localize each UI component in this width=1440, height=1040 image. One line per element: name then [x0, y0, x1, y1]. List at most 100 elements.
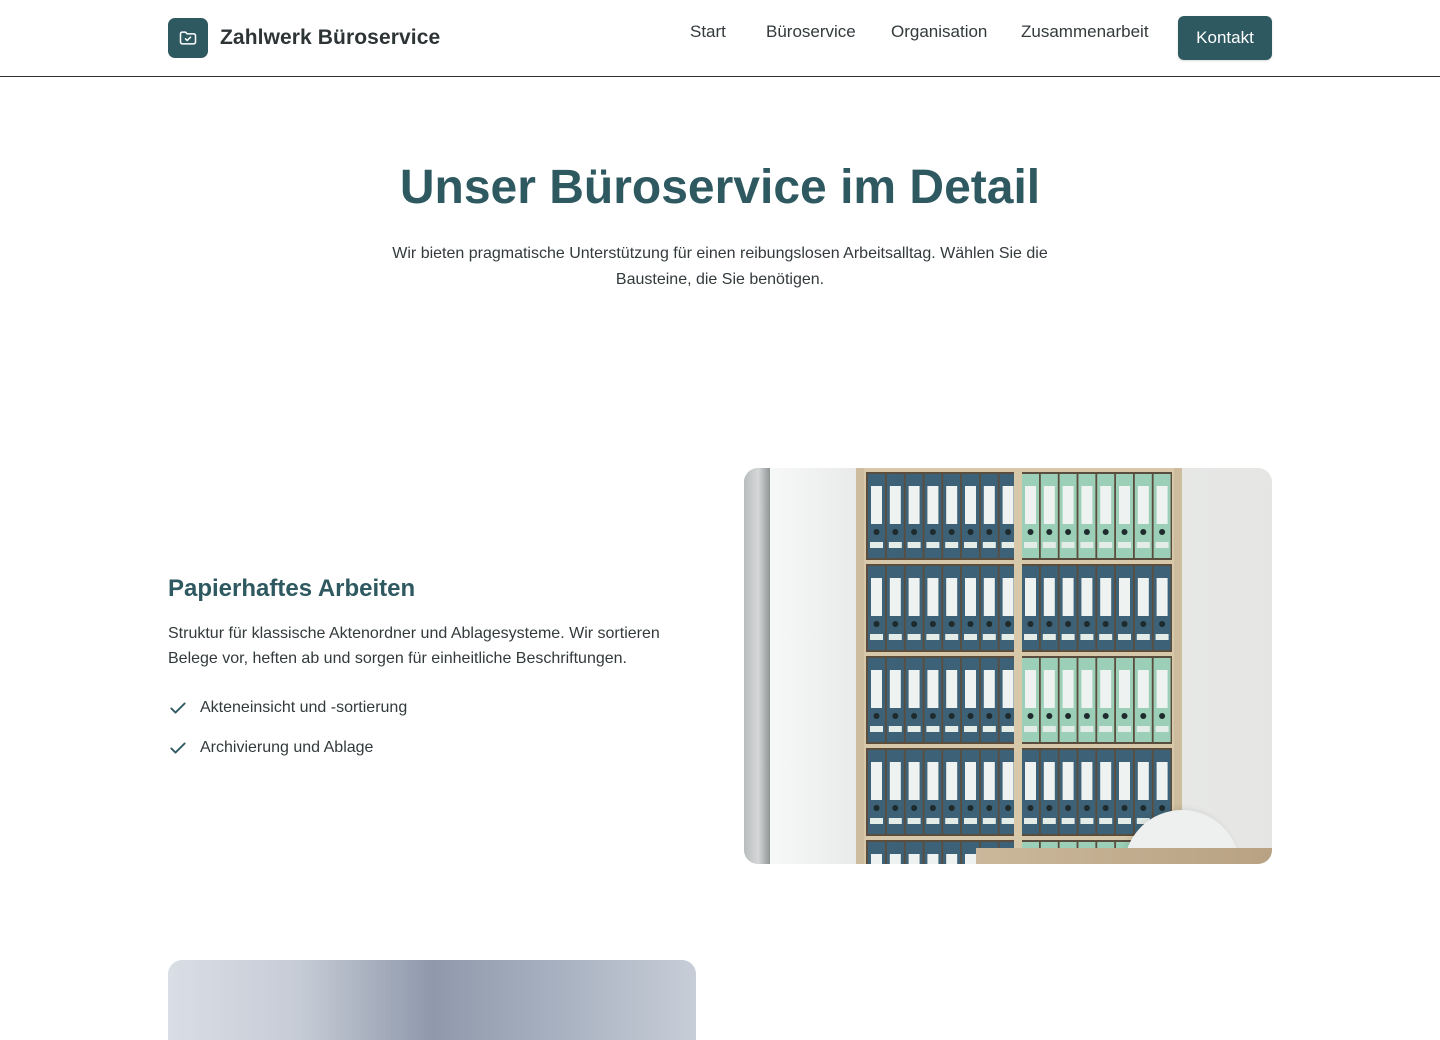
desk [976, 848, 1272, 864]
binder-label [1081, 578, 1093, 616]
binder-label [927, 854, 939, 864]
binder-hole [948, 529, 955, 535]
shelf-post [1174, 468, 1182, 864]
binder-label [946, 578, 958, 616]
binder-hole [1027, 713, 1034, 719]
binder-mark [982, 726, 996, 732]
binder-hole [967, 529, 974, 535]
section-text: Struktur für klassische Aktenordner und … [168, 625, 660, 667]
binder-label [946, 762, 958, 800]
binder-hole [1159, 713, 1166, 719]
shelf [856, 468, 1182, 864]
nav-link-organisation[interactable]: Organisation [891, 22, 987, 42]
binder-label [889, 854, 901, 864]
window-frame [744, 468, 770, 864]
binder-mark [964, 542, 977, 548]
binder-hole [948, 621, 955, 627]
binder-hole [948, 805, 955, 811]
binder-shelf-image [744, 468, 1272, 864]
nav-link-zusammenarbeit[interactable]: Zusammenarbeit [1021, 22, 1149, 42]
list-item: Akteneinsicht und -sortierung [168, 696, 407, 720]
binder-label [1002, 762, 1014, 800]
binder-mark [1061, 726, 1075, 732]
binder-hole [1005, 713, 1012, 719]
binder-label [1043, 578, 1055, 616]
page-title: Unser Büroservice im Detail [399, 161, 1041, 214]
binder-label [908, 578, 920, 616]
binder-hole [1140, 713, 1147, 719]
binder-mark [1001, 634, 1015, 640]
section-title: Papierhaftes Arbeiten [168, 575, 416, 602]
binder-hole [911, 713, 918, 719]
binder-label [1137, 486, 1149, 524]
binder-mark [1061, 818, 1075, 824]
binder-label [927, 486, 939, 524]
binder-label [983, 762, 995, 800]
binder-label [1002, 578, 1014, 616]
binder-label [908, 854, 920, 864]
binder-label [965, 486, 976, 524]
binder-mark [1118, 818, 1131, 824]
shelf-post [856, 468, 864, 864]
binder-label [1100, 578, 1112, 616]
binder-mark [1042, 634, 1056, 640]
check-icon [168, 738, 188, 758]
nav-link-start[interactable]: Start [690, 22, 726, 42]
binder-hole [1159, 805, 1166, 811]
binder-label [1156, 670, 1168, 708]
binder-hole [986, 621, 993, 627]
binder-mark [1136, 634, 1150, 640]
binder-hole [967, 621, 974, 627]
binder-label [1025, 486, 1036, 524]
nav-link-bueroservice[interactable]: Büroservice [766, 22, 856, 42]
binder-mark [1024, 542, 1037, 548]
binder-label [1002, 486, 1014, 524]
binder-label [889, 670, 901, 708]
binder-label [1025, 670, 1036, 708]
contact-button[interactable]: Kontakt [1178, 16, 1272, 60]
binder-label [889, 762, 901, 800]
binder-hole [986, 713, 993, 719]
binder-mark [870, 818, 883, 824]
binder-label [965, 854, 976, 864]
binder-hole [873, 621, 880, 627]
binder-mark [1080, 818, 1094, 824]
binder-hole [1083, 805, 1090, 811]
binder-mark [926, 818, 940, 824]
binder-mark [1136, 726, 1150, 732]
binder-hole [1102, 529, 1109, 535]
binder-label [1156, 578, 1168, 616]
binder-hole [911, 529, 918, 535]
office-image [168, 960, 696, 1040]
binder-mark [1080, 726, 1094, 732]
binder-label [1043, 670, 1055, 708]
binder-hole [1065, 529, 1072, 535]
binder-hole [1102, 805, 1109, 811]
binder-mark [1099, 818, 1113, 824]
binder-mark [945, 818, 959, 824]
binder-mark [1155, 726, 1169, 732]
binder-label [1119, 578, 1130, 616]
binder-label [1043, 486, 1055, 524]
page-subtitle: Wir bieten pragmatische Unterstützung fü… [392, 245, 1048, 288]
binder-hole [986, 805, 993, 811]
binder-hole [1121, 805, 1128, 811]
binder-mark [1001, 726, 1015, 732]
binder-hole [1027, 805, 1034, 811]
binder-label [908, 486, 920, 524]
binder-label [871, 670, 882, 708]
binder-label [1156, 762, 1168, 800]
binder-label [1043, 762, 1055, 800]
binder-label [908, 762, 920, 800]
binder-hole [1140, 621, 1147, 627]
binder-label [1081, 670, 1093, 708]
binder-hole [1140, 805, 1147, 811]
site-header: Zahlwerk Büroservice Start Büroservice O… [0, 0, 1440, 77]
binder-hole [1140, 529, 1147, 535]
binder-mark [1099, 634, 1113, 640]
binder-mark [964, 726, 977, 732]
binder-label [1002, 670, 1014, 708]
binder-hole [892, 529, 899, 535]
binder-label [1062, 762, 1074, 800]
binder-hole [986, 529, 993, 535]
